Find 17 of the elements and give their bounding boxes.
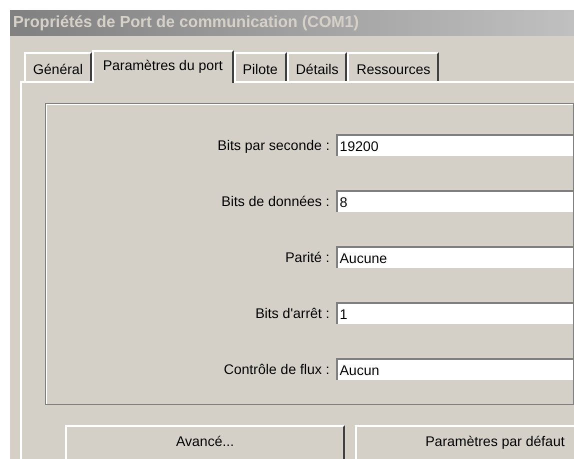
field-label: Bits par seconde : — [216, 136, 331, 155]
push-button[interactable]: Avancé... — [65, 425, 345, 459]
tab[interactable]: Ressources — [347, 52, 440, 81]
field-label: Bits d'arrêt : — [254, 304, 331, 322]
combo-box[interactable]: Aucun — [336, 358, 573, 380]
tab[interactable]: Pilote — [234, 52, 287, 81]
field-label: Contrôle de flux : — [222, 360, 331, 378]
field-label: Bits de données : — [220, 192, 331, 210]
combo-box[interactable]: Aucune — [336, 246, 573, 268]
tab[interactable]: Détails — [286, 52, 348, 81]
combo-box[interactable]: 19200 — [336, 134, 573, 156]
tab[interactable]: Paramètres du port — [92, 50, 234, 83]
combo-box[interactable]: 8 — [336, 190, 573, 212]
tab[interactable]: Général — [24, 52, 92, 81]
field-label: Parité : — [284, 248, 331, 266]
combo-box[interactable]: 1 — [336, 302, 573, 324]
push-button[interactable]: Paramètres par défaut — [355, 425, 574, 459]
